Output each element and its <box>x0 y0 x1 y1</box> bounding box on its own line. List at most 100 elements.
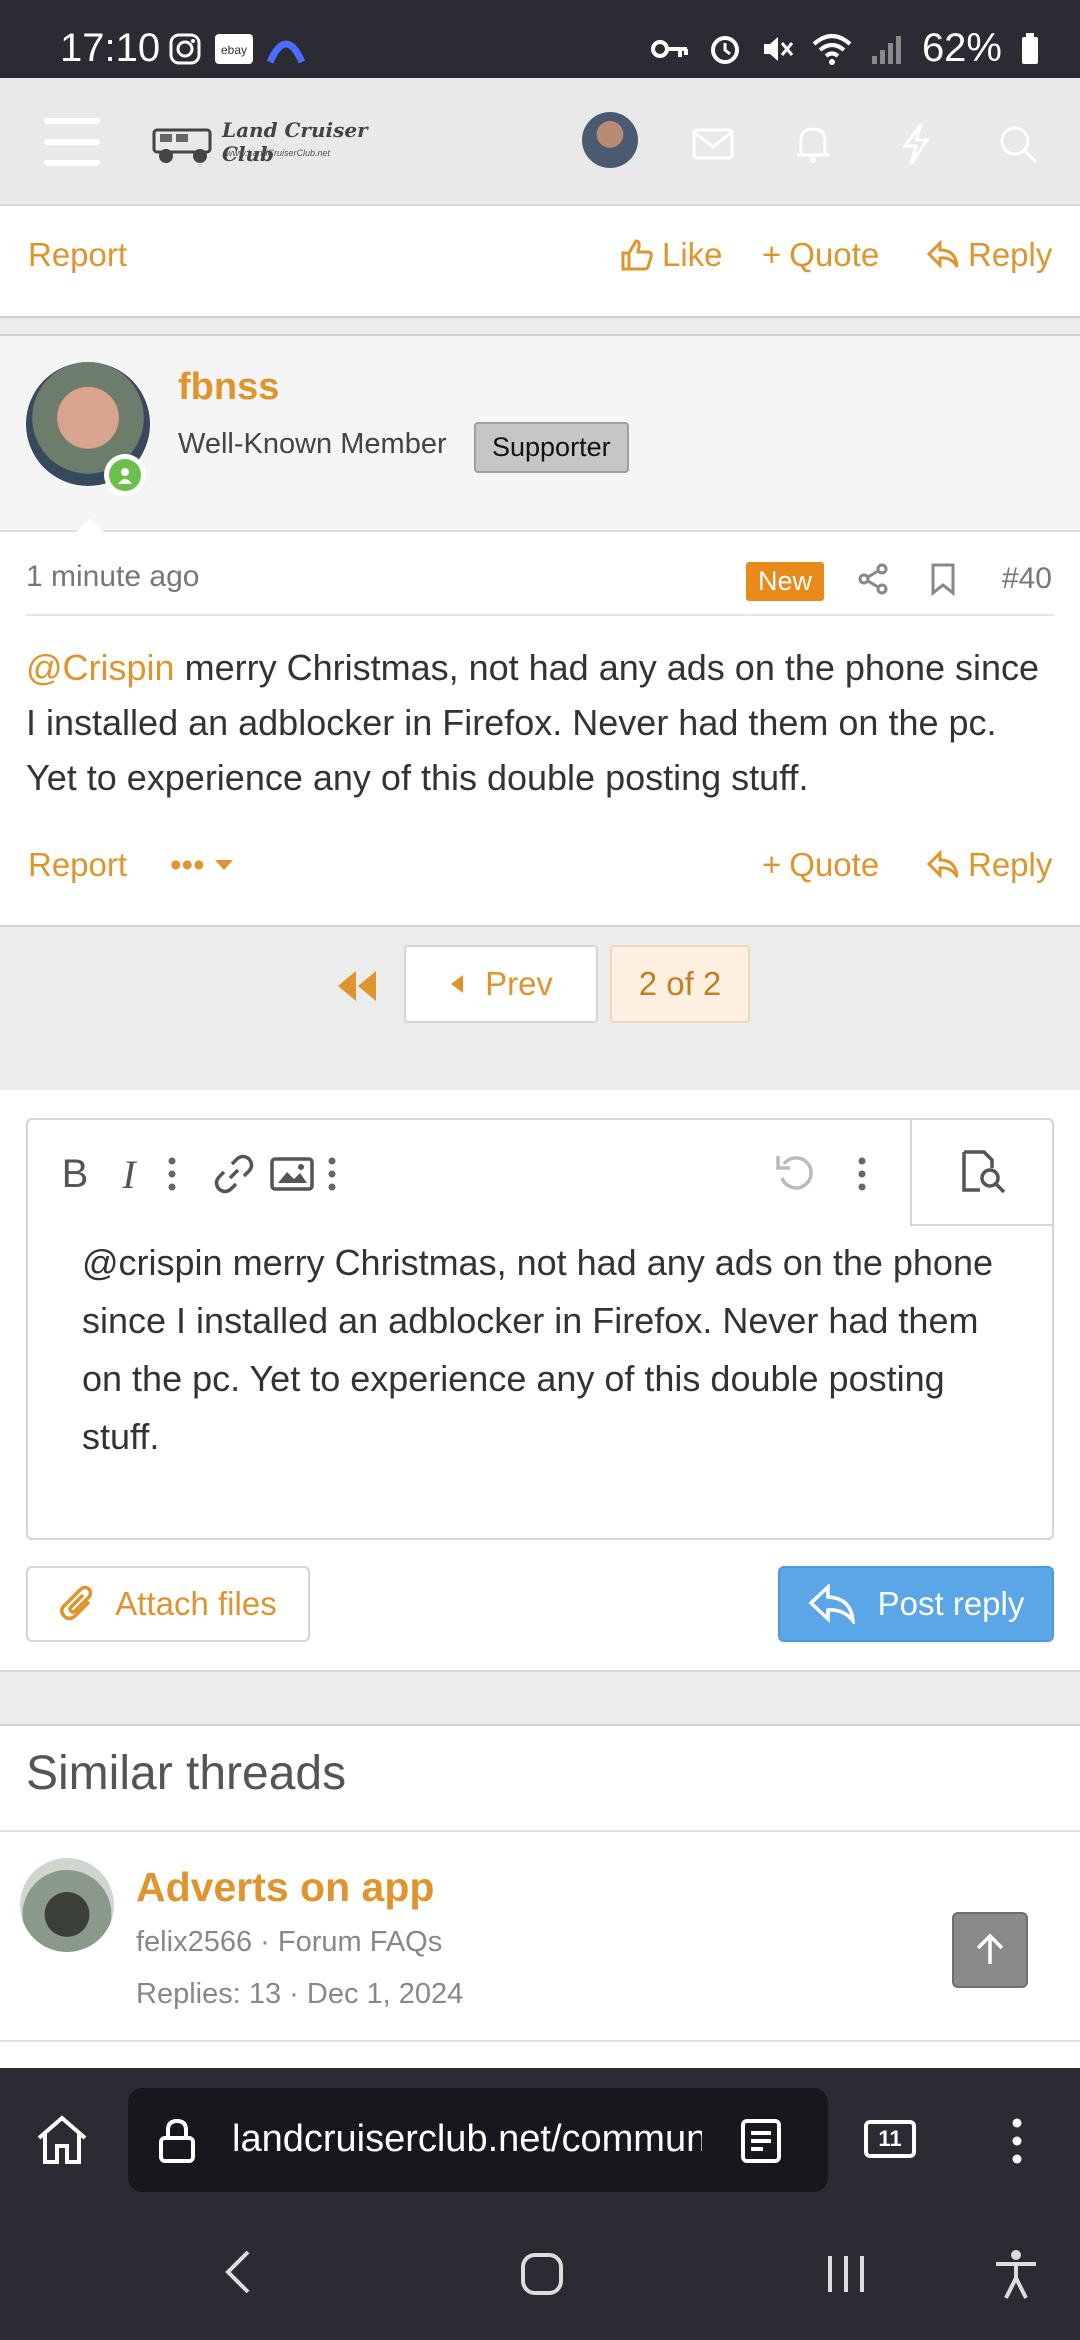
thread-stats: Replies: 13 · Dec 1, 2024 <box>136 1978 464 2010</box>
browser-menu-icon[interactable] <box>1010 2118 1024 2164</box>
post-number[interactable]: #40 <box>1002 562 1052 596</box>
page-indicator[interactable]: 2 of 2 <box>610 945 750 1023</box>
thread-title[interactable]: Adverts on app <box>136 1864 434 1911</box>
logo-title: Land Cruiser Club <box>222 118 368 166</box>
supporter-badge: Supporter <box>474 422 629 473</box>
thumbs-up-icon <box>621 239 653 271</box>
app-icon <box>266 40 306 64</box>
section-separator <box>0 1670 1080 1726</box>
back-icon[interactable] <box>222 2248 254 2296</box>
more-dots: ••• <box>170 846 205 883</box>
site-logo[interactable]: Land Cruiser Club www.LandCruiserClub.ne… <box>148 114 408 174</box>
attach-files-button[interactable]: Attach files <box>26 1566 310 1642</box>
wifi-icon <box>812 33 852 65</box>
reply-button[interactable]: Reply <box>926 846 1052 884</box>
more-options-button[interactable]: ••• <box>170 846 235 884</box>
plus-icon: + <box>762 846 782 883</box>
post-reply-button[interactable]: Post reply <box>778 1566 1054 1642</box>
menu-icon[interactable] <box>44 118 100 166</box>
quote-label: Quote <box>789 236 880 273</box>
like-label: Like <box>662 236 723 273</box>
insert-image-button[interactable] <box>262 1144 322 1204</box>
inbox-icon[interactable] <box>683 114 743 174</box>
undo-button[interactable] <box>766 1144 826 1204</box>
first-page-icon[interactable] <box>334 969 378 1003</box>
thread-author[interactable]: felix2566 <box>136 1926 252 1958</box>
new-badge: New <box>746 562 825 601</box>
bold-button[interactable]: B <box>50 1144 100 1204</box>
search-icon[interactable] <box>988 114 1048 174</box>
italic-button[interactable]: I <box>104 1144 154 1204</box>
account-avatar[interactable] <box>582 112 638 168</box>
reply-button[interactable]: Reply <box>926 236 1052 274</box>
url-text[interactable]: landcruiserclub.net/community/threads <box>232 2118 702 2161</box>
image-icon <box>270 1157 314 1191</box>
reply-editor[interactable]: B I @crispin merry Christmas, not had an… <box>26 1118 1054 1540</box>
bell-icon[interactable] <box>783 114 843 174</box>
link-icon <box>214 1154 254 1194</box>
home-icon[interactable] <box>34 2114 90 2166</box>
like-button[interactable]: Like <box>620 236 723 274</box>
accessibility-icon[interactable] <box>992 2248 1040 2300</box>
preview-icon <box>962 1150 1006 1194</box>
tabs-button[interactable]: 11 <box>864 2120 916 2158</box>
browser-toolbar: landcruiserclub.net/community/threads 11 <box>0 2068 1080 2208</box>
reply-label: Reply <box>968 846 1053 883</box>
reply-icon <box>926 240 959 269</box>
reply-icon <box>808 1584 855 1624</box>
vertical-dots-icon <box>858 1157 866 1191</box>
thread-forum[interactable]: Forum FAQs <box>278 1926 442 1958</box>
post-author-block: fbnss Well-Known Member Supporter <box>0 336 1080 538</box>
attach-files-label: Attach files <box>115 1585 277 1622</box>
quote-button[interactable]: + Quote <box>762 236 879 274</box>
reply-editor-section: B I @crispin merry Christmas, not had an… <box>0 1090 1080 1670</box>
prev-label: Prev <box>485 965 553 1002</box>
author-caret <box>70 518 110 538</box>
post-time[interactable]: 1 minute ago <box>26 560 199 594</box>
logo-subtitle: www.LandCruiserClub.net <box>226 148 331 158</box>
scroll-to-top-button[interactable] <box>952 1912 1028 1988</box>
vertical-dots-icon <box>328 1157 336 1191</box>
more-editor-options-button[interactable] <box>844 1144 880 1204</box>
thread-avatar[interactable] <box>20 1858 114 1952</box>
post-reply-label: Post reply <box>877 1585 1025 1622</box>
lock-icon[interactable] <box>158 2118 196 2164</box>
bookmark-icon[interactable] <box>928 562 958 596</box>
mention-link[interactable]: @Crispin <box>26 647 175 688</box>
report-link[interactable]: Report <box>28 236 127 274</box>
similar-threads-heading: Similar threads <box>26 1747 347 1800</box>
share-icon[interactable] <box>856 562 890 596</box>
arrow-up-icon <box>976 1933 1004 1964</box>
thread-date: Dec 1, 2024 <box>306 1978 464 2010</box>
username[interactable]: fbnss <box>178 366 279 409</box>
preview-button[interactable] <box>910 1118 1054 1226</box>
more-text-options-button[interactable] <box>154 1144 190 1204</box>
chevron-down-icon <box>214 860 233 870</box>
insert-link-button[interactable] <box>204 1144 264 1204</box>
report-link[interactable]: Report <box>28 846 127 884</box>
reply-label: Reply <box>968 236 1053 273</box>
more-insert-options-button[interactable] <box>314 1144 350 1204</box>
reader-mode-icon[interactable] <box>740 2118 782 2164</box>
battery-percent: 62% <box>921 26 1002 70</box>
address-bar[interactable]: landcruiserclub.net/community/threads <box>128 2088 828 2192</box>
vpn-key-icon <box>650 39 688 58</box>
status-time: 17:10 <box>60 26 161 70</box>
home-nav-icon[interactable] <box>520 2252 564 2296</box>
similar-divider <box>0 1830 1080 1832</box>
quote-button[interactable]: + Quote <box>762 846 879 884</box>
prev-page-button[interactable]: Prev <box>404 945 598 1023</box>
svg-text:ebay: ebay <box>221 43 247 57</box>
online-status-icon <box>104 454 146 496</box>
post-body: @Crispin merry Christmas, not had any ad… <box>26 640 1056 805</box>
plus-icon: + <box>762 236 782 273</box>
vertical-dots-icon <box>168 1157 176 1191</box>
user-title: Well-Known Member <box>178 428 447 460</box>
bolt-icon[interactable] <box>886 114 946 174</box>
bold-icon: B <box>61 1151 89 1196</box>
status-bar: 17:10 ebay 62% <box>0 0 1080 78</box>
recents-icon[interactable] <box>824 2252 868 2296</box>
quote-label: Quote <box>789 846 880 883</box>
instagram-icon <box>169 33 201 65</box>
editor-content[interactable]: @crispin merry Christmas, not had any ad… <box>82 1234 1022 1466</box>
